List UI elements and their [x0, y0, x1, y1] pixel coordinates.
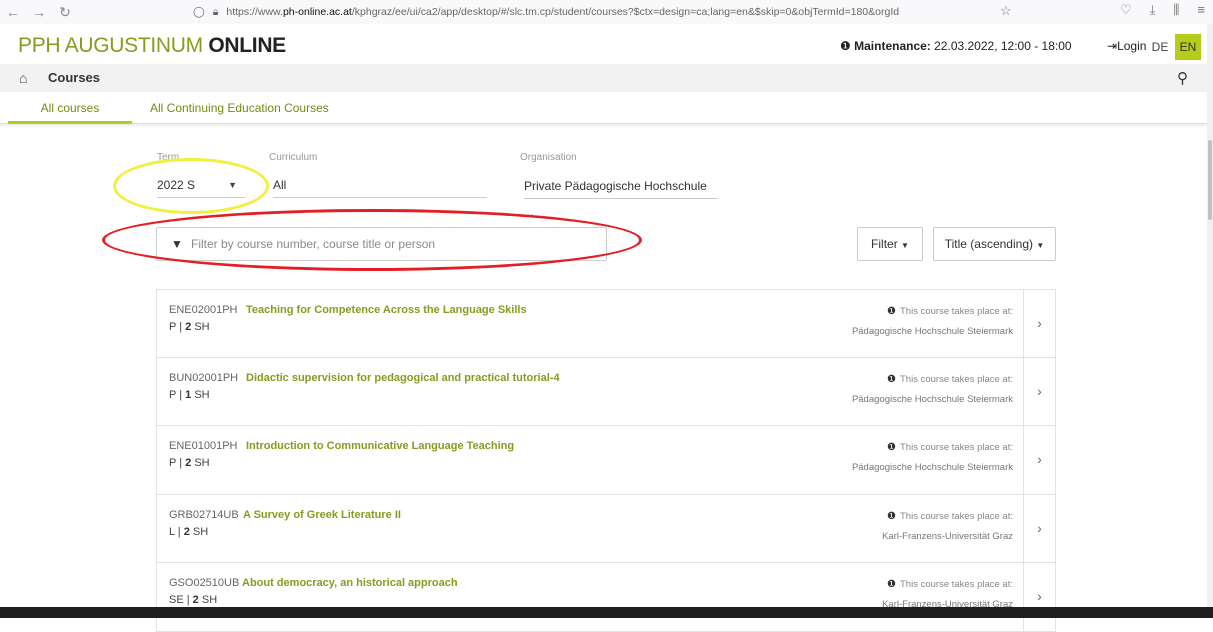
tab-continuing-education[interactable]: All Continuing Education Courses: [150, 101, 329, 115]
language-en-button[interactable]: EN: [1175, 34, 1201, 60]
course-row[interactable]: ENE01001PH Introduction to Communicative …: [156, 426, 1056, 495]
bookmark-star-icon[interactable]: ☆: [1000, 3, 1012, 19]
tab-bar: All courses All Continuing Education Cou…: [0, 92, 1207, 124]
term-select[interactable]: 2022 S ▼: [157, 172, 245, 198]
info-icon: ❶: [887, 442, 896, 453]
reload-icon[interactable]: ↻: [52, 4, 78, 21]
course-filter-field[interactable]: ▼: [156, 227, 607, 261]
breadcrumb: ⌂ Courses ⚲: [0, 64, 1207, 92]
course-row[interactable]: BUN02001PH Didactic supervision for pedag…: [156, 357, 1056, 426]
course-row[interactable]: ENE02001PH Teaching for Competence Across…: [156, 289, 1056, 358]
scrollbar-thumb[interactable]: [1208, 140, 1212, 220]
filter-button[interactable]: Filter ▼: [857, 227, 923, 261]
library-icon[interactable]: ⫼: [1173, 2, 1179, 18]
course-place: Karl-Franzens-Universität Graz: [882, 530, 1013, 542]
home-icon[interactable]: ⌂: [19, 70, 27, 86]
course-type-hours: P | 1 SH: [169, 388, 210, 401]
address-bar[interactable]: ◯ 🔒︎ https://www.ph-online.ac.at/kphgraz…: [193, 2, 1023, 22]
site-logo[interactable]: PPH AUGUSTINUM ONLINE: [18, 34, 286, 58]
course-place-label: ❶ This course takes place at:: [887, 510, 1013, 522]
course-type-hours: P | 2 SH: [169, 321, 210, 333]
curriculum-label: Curriculum: [269, 152, 318, 163]
page-title: Courses: [48, 70, 101, 85]
course-filter-input[interactable]: [189, 234, 589, 254]
info-icon: ❶: [887, 510, 896, 522]
course-title-link[interactable]: Introduction to Communicative Language T…: [246, 440, 514, 452]
pocket-icon[interactable]: ♡: [1120, 2, 1132, 18]
menu-icon[interactable]: ≡: [1197, 2, 1205, 18]
course-type-hours: P | 2 SH: [169, 457, 210, 469]
shield-icon: ◯: [193, 6, 205, 18]
curriculum-select[interactable]: All: [273, 172, 487, 198]
info-icon: ❶: [887, 373, 896, 385]
tab-all-courses[interactable]: All courses: [8, 101, 132, 124]
organisation-select[interactable]: Private Pädagogische Hochschule ...: [524, 173, 718, 219]
course-place: Pädagogische Hochschule Steiermark: [851, 393, 1013, 405]
chevron-right-icon[interactable]: ›: [1023, 563, 1055, 631]
login-link[interactable]: ⇥Login: [1107, 39, 1146, 53]
scrollbar[interactable]: [1207, 24, 1213, 618]
download-icon[interactable]: ⤓: [1150, 2, 1156, 18]
language-de-button[interactable]: DE: [1147, 36, 1173, 58]
course-row[interactable]: GSO02510UB About democracy, an historical…: [156, 563, 1056, 632]
chevron-right-icon[interactable]: ›: [1023, 426, 1055, 494]
organisation-label: Organisation: [520, 152, 577, 163]
course-title-link[interactable]: A Survey of Greek Literature II: [243, 509, 401, 521]
chevron-right-icon[interactable]: ›: [1023, 357, 1055, 425]
info-icon: ❶: [887, 306, 896, 317]
lock-icon: 🔒︎: [212, 5, 219, 18]
course-place-label: ❶ This course takes place at:: [887, 442, 1013, 453]
course-place: Pädagogische Hochschule Steiermark: [851, 326, 1013, 337]
course-place-label: ❶ This course takes place at:: [887, 373, 1013, 385]
course-code: ENE01001PH: [169, 440, 238, 452]
forward-icon[interactable]: →: [26, 4, 52, 20]
caret-down-icon: ▼: [1036, 241, 1045, 250]
app-header: PPH AUGUSTINUM ONLINE ❶ Maintenance: 22.…: [0, 24, 1213, 64]
term-label: Term: [157, 152, 180, 163]
chevron-right-icon[interactable]: ›: [1023, 290, 1055, 357]
course-row[interactable]: GRB02714UB A Survey of Greek Literature I…: [156, 494, 1056, 563]
course-type-hours: L | 2 SH: [169, 525, 209, 538]
course-title-link[interactable]: Teaching for Competence Across the Langu…: [246, 304, 527, 316]
sort-button[interactable]: Title (ascending) ▼: [933, 227, 1056, 261]
course-title-link[interactable]: Didactic supervision for pedagogical and…: [246, 372, 560, 384]
chevron-right-icon[interactable]: ›: [1023, 494, 1055, 562]
course-code: GRB02714UB: [169, 508, 239, 521]
login-icon: ⇥: [1107, 39, 1118, 53]
back-icon[interactable]: ←: [0, 4, 26, 20]
course-place-label: ❶ This course takes place at:: [887, 579, 1013, 590]
course-code: GSO02510UB: [169, 577, 240, 589]
url-text: https://www.ph-online.ac.at/kphgraz/ee/u…: [226, 6, 900, 18]
info-icon: ❶: [840, 39, 851, 53]
filter-funnel-icon: ▼: [171, 237, 183, 251]
search-icon[interactable]: ⚲: [1177, 69, 1188, 87]
chevron-down-icon: ▼: [228, 180, 237, 190]
course-title-link[interactable]: About democracy, an historical approach: [242, 577, 458, 589]
course-code: BUN02001PH: [169, 371, 239, 384]
os-taskbar: [0, 607, 1213, 618]
course-code: ENE02001PH: [169, 304, 238, 316]
course-type-hours: SE | 2 SH: [169, 594, 218, 606]
caret-down-icon: ▼: [901, 241, 909, 250]
course-list: ENE02001PH Teaching for Competence Across…: [156, 289, 1056, 632]
maintenance-notice: ❶ Maintenance: 22.03.2022, 12:00 - 18:00: [840, 39, 1072, 53]
course-place: Pädagogische Hochschule Steiermark: [851, 462, 1013, 473]
course-place-label: ❶ This course takes place at:: [887, 306, 1013, 317]
browser-toolbar: ← → ↻ ◯ 🔒︎ https://www.ph-online.ac.at/k…: [0, 0, 1213, 24]
info-icon: ❶: [887, 579, 896, 590]
